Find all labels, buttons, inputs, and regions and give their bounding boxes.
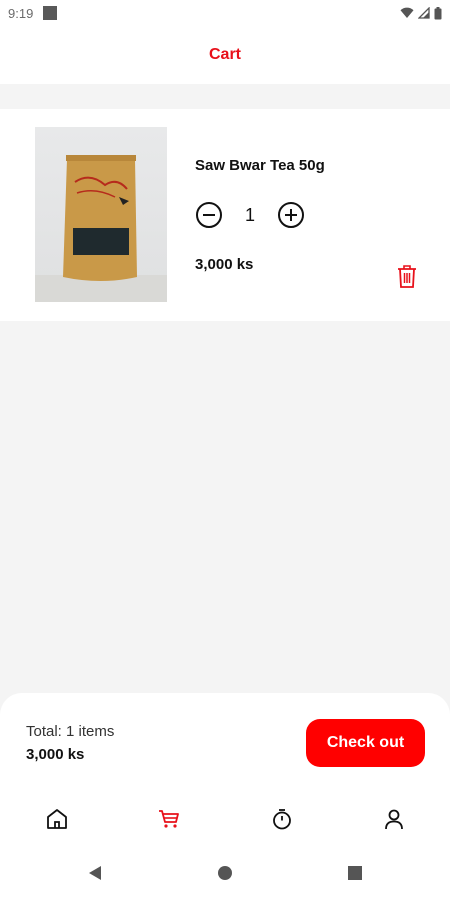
checkout-button[interactable]: Check out [306, 719, 425, 767]
cart-icon [159, 810, 179, 828]
product-name: Saw Bwar Tea 50g [195, 157, 325, 174]
nav-timer[interactable] [268, 805, 296, 833]
plus-circle-icon [278, 202, 304, 228]
system-home-button[interactable] [217, 865, 233, 886]
bottom-nav [0, 793, 450, 845]
increase-quantity-button[interactable] [277, 201, 305, 229]
quantity-stepper: 1 [195, 201, 305, 229]
delete-item-button[interactable] [394, 262, 420, 290]
decrease-quantity-button[interactable] [195, 201, 223, 229]
profile-icon [385, 809, 403, 830]
product-image[interactable] [35, 127, 167, 302]
status-icons [400, 6, 442, 20]
page-title: Cart [208, 46, 241, 63]
nav-home[interactable] [43, 805, 71, 833]
trash-icon [398, 265, 416, 288]
nav-cart[interactable] [155, 805, 183, 833]
tea-pouch-image [35, 155, 167, 302]
status-bar: 9:19 [0, 0, 450, 26]
total-items-label: Total: 1 items [26, 723, 115, 740]
timer-icon [273, 809, 291, 830]
system-recents-button[interactable] [347, 865, 363, 886]
home-circle-icon [218, 866, 232, 880]
system-back-button[interactable] [87, 865, 103, 886]
battery-icon [434, 6, 442, 19]
total-amount: 3,000 ks [26, 746, 85, 763]
status-time: 9:19 [8, 5, 34, 21]
wifi-icon [400, 7, 414, 18]
home-icon [47, 809, 67, 829]
signal-icon [418, 7, 430, 19]
system-nav-bar [0, 845, 450, 900]
app-header: Cart [0, 26, 450, 84]
quantity-value: 1 [244, 204, 255, 225]
nav-profile[interactable] [380, 805, 408, 833]
back-triangle-icon [89, 866, 101, 880]
notification-icon [43, 6, 58, 20]
cart-item: Saw Bwar Tea 50g 1 3,000 ks [0, 109, 450, 321]
minus-circle-icon [196, 202, 222, 228]
recents-square-icon [348, 866, 362, 880]
product-price: 3,000 ks [195, 256, 254, 273]
